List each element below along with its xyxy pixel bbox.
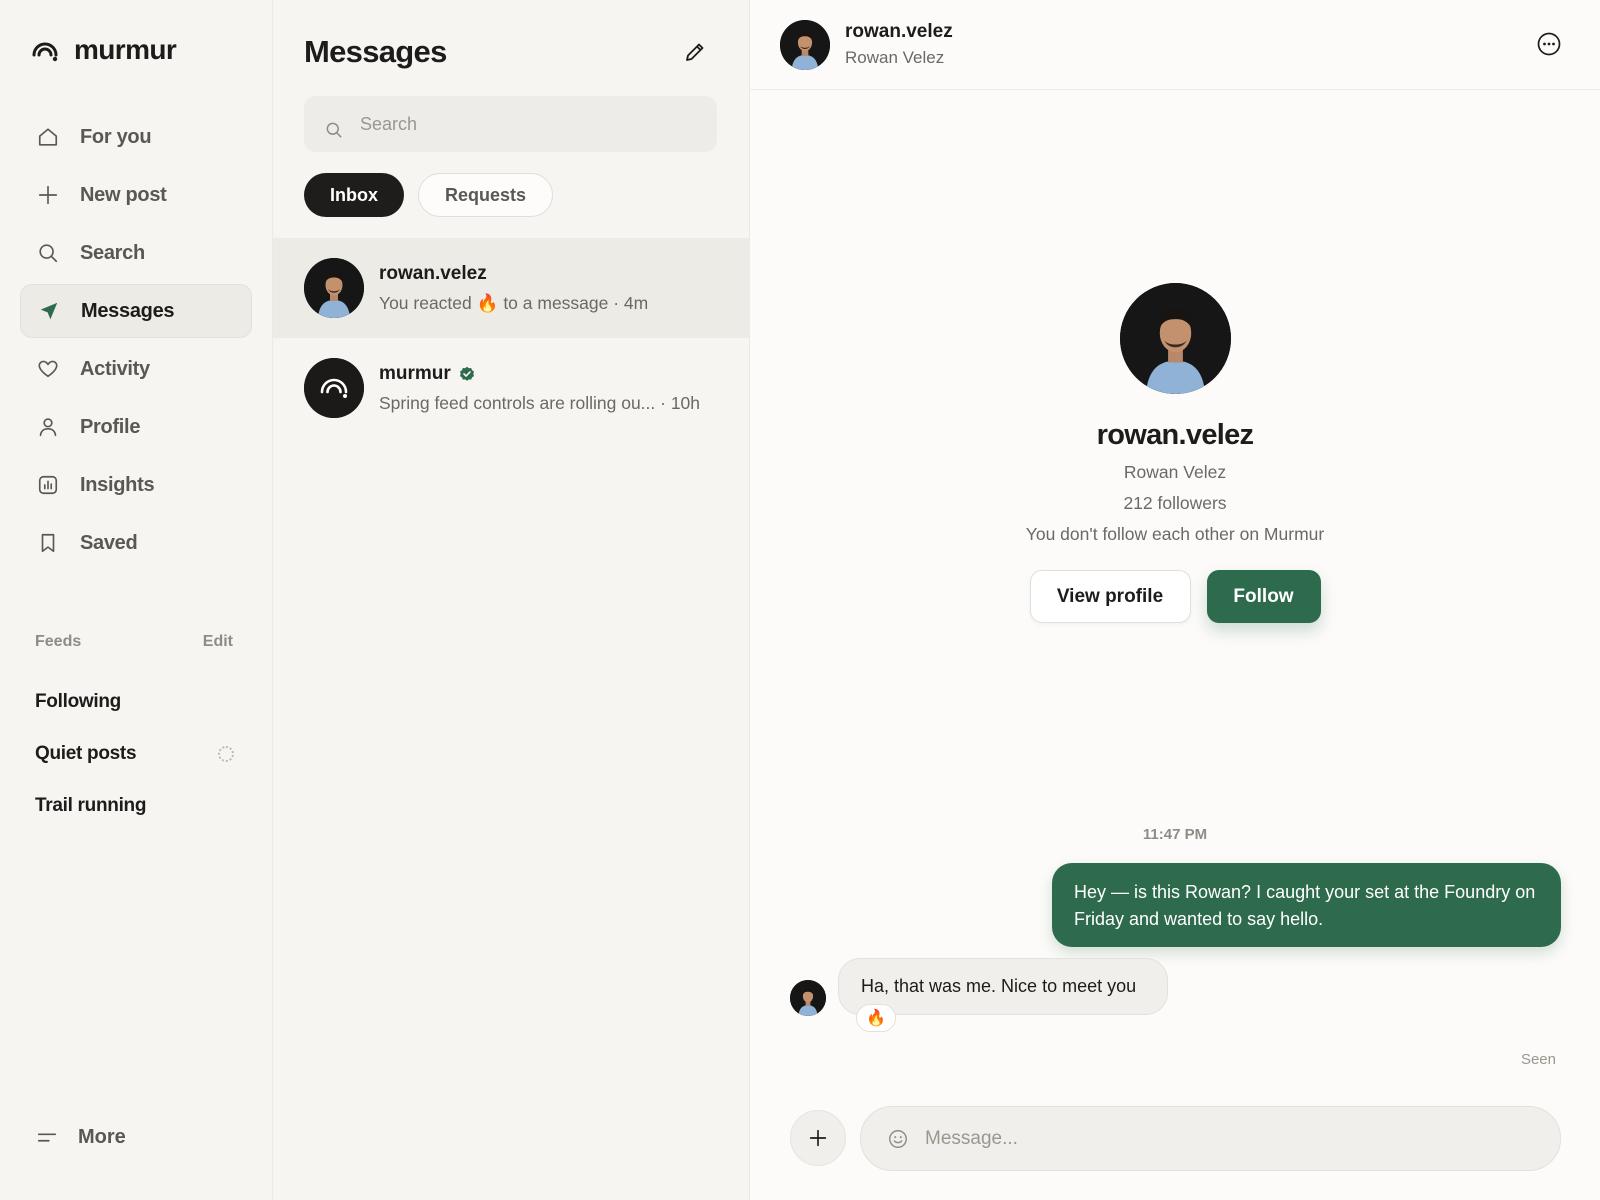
- avatar[interactable]: [780, 19, 830, 70]
- sidebar: murmur For you New post Search Messages: [0, 0, 273, 1200]
- nav-label: Profile: [80, 415, 141, 438]
- message-field[interactable]: [860, 1106, 1561, 1171]
- nav-item-activity[interactable]: Activity: [20, 342, 252, 396]
- loading-spinner-icon: [218, 746, 234, 762]
- nav-label: Saved: [80, 531, 138, 554]
- feed-item-trail-running[interactable]: Trail running: [35, 780, 237, 832]
- avatar[interactable]: [790, 980, 826, 1016]
- nav-label: For you: [80, 125, 152, 148]
- profile-real-name: Rowan Velez: [1123, 462, 1227, 482]
- message-timestamp: 11:47 PM: [1142, 826, 1208, 843]
- nav-item-new-post[interactable]: New post: [20, 168, 252, 222]
- conversation-item-rowan[interactable]: rowan.velez You reacted 🔥 to a message ·…: [273, 238, 750, 338]
- chat-real-name: Rowan Velez: [845, 48, 945, 67]
- home-icon: [36, 125, 60, 149]
- compose-button[interactable]: [683, 40, 711, 68]
- heart-icon: [36, 357, 60, 381]
- chat-header-names[interactable]: rowan.velez Rowan Velez: [845, 21, 953, 68]
- profile-avatar[interactable]: [1119, 283, 1231, 394]
- conversation-item-murmur[interactable]: murmur Spring feed controls are rolling …: [273, 338, 750, 438]
- conversation-username: rowan.velez: [379, 262, 487, 284]
- preview-text: You reacted: [379, 292, 472, 313]
- nav-label: Messages: [81, 299, 175, 322]
- person-icon: [36, 415, 60, 439]
- seen-status: Seen: [1520, 1051, 1556, 1068]
- nav-item-messages[interactable]: Messages: [20, 284, 252, 338]
- profile-relation: You don't follow each other on Murmur: [1025, 524, 1325, 544]
- messages-list-panel: Messages Inbox Requests: [273, 0, 750, 1200]
- nav-item-insights[interactable]: Insights: [20, 458, 252, 512]
- logo-icon: [32, 42, 58, 62]
- view-profile-button[interactable]: View profile: [1029, 570, 1191, 623]
- feeds-header: Feeds Edit: [35, 633, 233, 651]
- app-logo[interactable]: murmur: [30, 34, 177, 66]
- message-input[interactable]: [925, 1127, 1525, 1150]
- more-label: More: [78, 1126, 126, 1148]
- pencil-icon: [686, 43, 704, 61]
- nav-label: New post: [80, 183, 167, 206]
- nav-label: Activity: [80, 357, 150, 380]
- page-title: Messages: [304, 34, 447, 69]
- outgoing-message[interactable]: Hey — is this Rowan? I caught your set a…: [1052, 863, 1561, 947]
- feeds-list: Following Quiet posts Trail running: [35, 676, 237, 832]
- feed-item-following[interactable]: Following: [35, 676, 237, 728]
- chat-header: rowan.velez Rowan Velez: [750, 0, 1600, 90]
- menu-icon: [37, 1133, 57, 1142]
- message-composer: [790, 1106, 1561, 1171]
- preview-text: to a message · 4m: [503, 292, 649, 313]
- feed-item-quiet-posts[interactable]: Quiet posts: [35, 728, 237, 780]
- follow-button[interactable]: Follow: [1206, 570, 1321, 623]
- nav-item-for-you[interactable]: For you: [20, 110, 252, 164]
- search-input[interactable]: [360, 113, 700, 135]
- conversation-username: murmur: [379, 362, 451, 384]
- search-icon: [36, 241, 60, 265]
- conversation-name: murmur: [379, 363, 700, 385]
- emoji-icon[interactable]: [887, 1128, 909, 1150]
- conversation-name: rowan.velez: [379, 263, 648, 285]
- bookmark-icon: [36, 531, 60, 555]
- conversation-info: murmur Spring feed controls are rolling …: [379, 363, 700, 414]
- chat-username: rowan.velez: [845, 21, 953, 42]
- message-tabs: Inbox Requests: [304, 173, 554, 217]
- nav-label: Insights: [80, 473, 155, 496]
- chat-panel: rowan.velez Rowan Velez rowan.velez Rowa…: [750, 0, 1600, 1200]
- profile-card: rowan.velez Rowan Velez 212 followers Yo…: [750, 283, 1600, 623]
- search-icon: [326, 122, 342, 138]
- nav-item-profile[interactable]: Profile: [20, 400, 252, 454]
- verified-badge-icon: [459, 366, 474, 381]
- profile-followers: 212 followers: [1123, 493, 1227, 513]
- conversation-preview: You reacted 🔥 to a message · 4m: [379, 293, 648, 314]
- feed-label: Trail running: [35, 795, 147, 816]
- profile-username: rowan.velez: [1096, 419, 1254, 451]
- feed-label: Quiet posts: [35, 743, 137, 764]
- fire-emoji: 🔥: [476, 292, 499, 313]
- avatar: [304, 358, 364, 418]
- send-icon: [37, 299, 61, 323]
- main-nav: For you New post Search Messages Activit…: [20, 110, 252, 574]
- attach-button[interactable]: [790, 1110, 846, 1166]
- fire-emoji: 🔥: [866, 1010, 886, 1027]
- nav-item-search[interactable]: Search: [20, 226, 252, 280]
- feed-label: Following: [35, 691, 121, 712]
- feeds-title: Feeds: [35, 633, 82, 650]
- conversation-preview: Spring feed controls are rolling ou... ·…: [379, 392, 701, 413]
- more-button[interactable]: More: [36, 1126, 126, 1149]
- conversation-info: rowan.velez You reacted 🔥 to a message ·…: [379, 263, 648, 314]
- avatar: [304, 258, 364, 318]
- chart-icon: [36, 473, 60, 497]
- profile-actions: View profile Follow: [1029, 570, 1321, 623]
- more-options-icon[interactable]: [1536, 31, 1562, 57]
- plus-icon: [36, 183, 60, 207]
- nav-item-saved[interactable]: Saved: [20, 516, 252, 570]
- feeds-edit-button[interactable]: Edit: [203, 633, 233, 651]
- message-reaction[interactable]: 🔥: [856, 1004, 896, 1032]
- search-field[interactable]: [304, 96, 717, 152]
- tab-requests[interactable]: Requests: [418, 173, 554, 217]
- app-name: murmur: [74, 34, 177, 65]
- plus-icon: [809, 1129, 827, 1147]
- nav-label: Search: [80, 241, 145, 264]
- conversation-list: rowan.velez You reacted 🔥 to a message ·…: [273, 238, 750, 438]
- tab-inbox[interactable]: Inbox: [304, 173, 404, 217]
